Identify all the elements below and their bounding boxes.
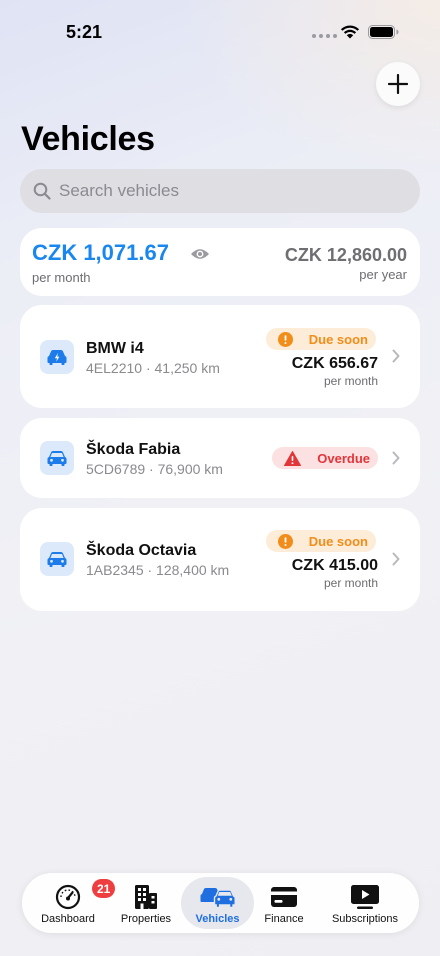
- chevron-right-icon: [392, 552, 400, 566]
- chevron-right-icon: [392, 451, 400, 465]
- yearly-total: CZK 12,860.00: [284, 245, 407, 265]
- car-icon: [40, 441, 74, 475]
- vehicle-card[interactable]: Škoda Octavia 1AB2345 · 128,400 km Due s…: [20, 508, 420, 611]
- battery-icon: [368, 25, 399, 39]
- status-text: Overdue: [317, 450, 370, 466]
- warning-triangle-icon: [284, 450, 301, 466]
- speedometer-icon: [55, 883, 81, 910]
- vehicle-meta: 4EL2210 · 41,250 km: [86, 360, 220, 376]
- vehicle-amount: CZK 415.00: [291, 557, 378, 574]
- tab-label: Finance: [264, 913, 304, 925]
- tab-label: Properties: [120, 913, 172, 925]
- vehicle-period: per month: [323, 576, 378, 590]
- vehicle-card[interactable]: BMW i4 4EL2210 · 41,250 km Due soon CZK …: [20, 305, 420, 408]
- notification-badge: 21: [92, 879, 116, 898]
- tab-label: Subscriptions: [331, 913, 399, 925]
- vehicle-meta: 1AB2345 · 128,400 km: [86, 562, 230, 578]
- tab-vehicles[interactable]: Vehicles: [181, 877, 254, 929]
- vehicle-card[interactable]: Škoda Fabia 5CD6789 · 76,900 km Overdue: [20, 418, 420, 498]
- yearly-label: per year: [359, 267, 407, 282]
- vehicle-amount: CZK 656.67: [291, 355, 378, 372]
- tab-label: Dashboard: [41, 913, 95, 925]
- status-time: 5:21: [66, 22, 103, 42]
- monthly-total: CZK 1,071.67: [32, 240, 169, 265]
- tab-dashboard[interactable]: Dashboard 21: [36, 873, 116, 933]
- search-input[interactable]: [59, 181, 379, 201]
- vehicle-name: Škoda Octavia: [86, 542, 197, 559]
- tab-subscriptions[interactable]: Subscriptions: [326, 873, 404, 933]
- car-icon: [40, 542, 74, 576]
- signal-dots-icon: [312, 34, 337, 38]
- vehicle-name: BMW i4: [86, 340, 144, 357]
- summary-card: CZK 1,071.67 per month CZK 12,860.00 per…: [20, 228, 420, 296]
- search-field[interactable]: [20, 169, 420, 213]
- warning-circle-icon: [278, 331, 293, 347]
- vehicle-name: Škoda Fabia: [86, 441, 181, 458]
- credit-card-icon: [270, 883, 298, 910]
- status-text: Due soon: [308, 331, 368, 347]
- chevron-right-icon: [392, 349, 400, 363]
- tab-finance[interactable]: Finance: [254, 873, 314, 933]
- monthly-label: per month: [32, 270, 91, 285]
- warning-circle-icon: [278, 533, 293, 549]
- status-bar: 5:21: [0, 0, 440, 60]
- play-rectangle-icon: [350, 883, 380, 910]
- tab-properties[interactable]: Properties: [114, 873, 178, 933]
- wifi-icon: [340, 25, 360, 39]
- status-badge: Due soon: [266, 530, 376, 552]
- building-icon: [134, 883, 158, 910]
- vehicle-period: per month: [323, 374, 378, 388]
- vehicle-meta: 5CD6789 · 76,900 km: [86, 461, 223, 477]
- eye-icon[interactable]: [190, 247, 210, 261]
- status-badge: Due soon: [266, 328, 376, 350]
- search-icon: [33, 182, 51, 200]
- tab-label: Vehicles: [195, 913, 240, 925]
- tab-bar: Dashboard 21 Properties Vehicles Finance…: [22, 873, 419, 933]
- cars-icon: [199, 883, 237, 910]
- plus-icon: [388, 74, 408, 94]
- electric-car-icon: [40, 340, 74, 374]
- status-badge: Overdue: [272, 447, 378, 469]
- add-vehicle-button[interactable]: [376, 62, 420, 106]
- page-title: Vehicles: [21, 120, 155, 158]
- status-text: Due soon: [308, 533, 368, 549]
